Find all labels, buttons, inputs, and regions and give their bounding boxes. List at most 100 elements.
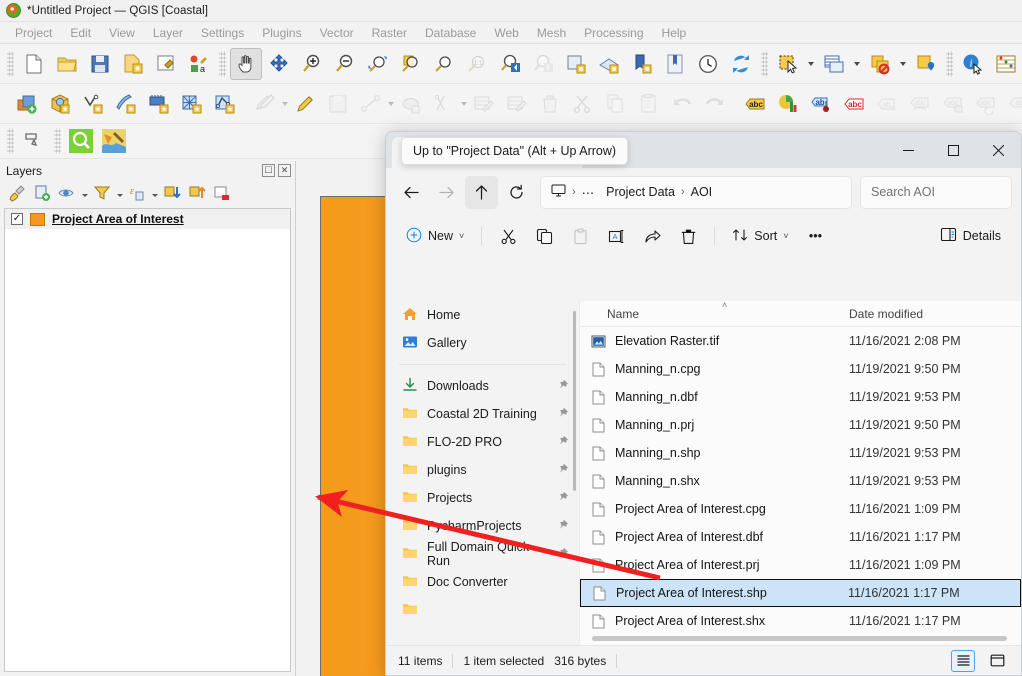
- file-list[interactable]: ˄ Name Date modified Elevation Raster.ti…: [579, 301, 1021, 645]
- nav-item-projects[interactable]: Projects: [386, 484, 579, 512]
- navigation-scrollbar[interactable]: [573, 311, 576, 491]
- save-layer-edits-button[interactable]: [322, 88, 354, 120]
- zoom-out-button[interactable]: [329, 48, 361, 80]
- new-map-bookmark-button[interactable]: [626, 48, 658, 80]
- multi-edit-button[interactable]: [468, 88, 500, 120]
- identify-features-button[interactable]: i: [957, 48, 989, 80]
- measure-line-button[interactable]: [18, 125, 50, 157]
- toolbar-grip[interactable]: [54, 128, 61, 154]
- pin-icon[interactable]: [557, 519, 569, 534]
- table-row[interactable]: Project Area of Interest.cpg 11/16/2021 …: [580, 495, 1021, 523]
- pin-icon[interactable]: [557, 491, 569, 506]
- diagram-properties-button[interactable]: [772, 88, 804, 120]
- paste-button[interactable]: [563, 221, 597, 251]
- nav-item-flo-2d-pro[interactable]: FLO-2D PRO: [386, 428, 579, 456]
- add-delimited-text-layer-button[interactable]: [77, 88, 109, 120]
- close-button[interactable]: [976, 134, 1021, 167]
- open-data-source-manager-button[interactable]: [11, 88, 43, 120]
- label-properties-button[interactable]: ab: [1003, 88, 1022, 120]
- refresh-icon[interactable]: [500, 176, 533, 209]
- cut-features-button[interactable]: [567, 88, 599, 120]
- file-list-horizontal-scrollbar[interactable]: [592, 636, 1007, 641]
- modify-attributes-button[interactable]: [428, 88, 460, 120]
- filter-legend-dropdown[interactable]: [116, 186, 123, 200]
- zoom-next-button[interactable]: [527, 48, 559, 80]
- save-project-as-button[interactable]: [117, 48, 149, 80]
- breadcrumb-item-project-data[interactable]: Project Data: [606, 185, 675, 199]
- nav-item-home[interactable]: Home: [386, 301, 579, 329]
- layers-list[interactable]: ✓ Project Area of Interest: [4, 208, 291, 672]
- deselect-features-button[interactable]: [864, 48, 896, 80]
- sort-button[interactable]: Sort ˅: [724, 221, 796, 251]
- vertex-tool-button[interactable]: [395, 88, 427, 120]
- open-project-button[interactable]: [51, 48, 83, 80]
- add-wms-layer-button[interactable]: [176, 88, 208, 120]
- nav-item-plugins[interactable]: plugins: [386, 456, 579, 484]
- pin-icon[interactable]: [557, 379, 569, 394]
- menu-item-vector[interactable]: Vector: [311, 24, 363, 42]
- filter-legend-icon[interactable]: [91, 182, 113, 204]
- current-edits-button[interactable]: [249, 88, 281, 120]
- pan-to-selection-button[interactable]: [263, 48, 295, 80]
- menu-item-layer[interactable]: Layer: [144, 24, 192, 42]
- manage-map-themes-icon[interactable]: [56, 182, 78, 204]
- nav-item-doc-converter[interactable]: Doc Converter: [386, 568, 579, 596]
- navigation-pane[interactable]: Home Gallery Downloads Coastal 2D Traini…: [386, 301, 579, 645]
- minimize-button[interactable]: [886, 134, 931, 167]
- pin-icon[interactable]: [557, 407, 569, 422]
- zoom-in-button[interactable]: [296, 48, 328, 80]
- show-bookmarks-button[interactable]: [659, 48, 691, 80]
- menu-item-plugins[interactable]: Plugins: [253, 24, 310, 42]
- new-project-button[interactable]: [18, 48, 50, 80]
- table-row[interactable]: Manning_n.prj 11/19/2021 9:50 PM: [580, 411, 1021, 439]
- refresh-map-button[interactable]: [725, 48, 757, 80]
- modify-attributes-dropdown[interactable]: [461, 88, 467, 120]
- open-layer-styling-icon[interactable]: [6, 182, 28, 204]
- zoom-to-layer-button[interactable]: [428, 48, 460, 80]
- toolbar-grip[interactable]: [7, 128, 14, 154]
- zoom-to-selection-button[interactable]: [395, 48, 427, 80]
- filter-expression-dropdown[interactable]: [151, 186, 158, 200]
- open-attribute-table-button[interactable]: [818, 48, 850, 80]
- change-label-button[interactable]: abc: [970, 88, 1002, 120]
- new-map-view-button[interactable]: [560, 48, 592, 80]
- new-button[interactable]: New ˅: [398, 221, 472, 251]
- table-row[interactable]: Manning_n.dbf 11/19/2021 9:53 PM: [580, 383, 1021, 411]
- toolbar-grip[interactable]: [219, 51, 226, 77]
- copy-features-button[interactable]: [600, 88, 632, 120]
- pin-icon[interactable]: [557, 463, 569, 478]
- table-row[interactable]: Elevation Raster.tif 11/16/2021 2:08 PM: [580, 327, 1021, 355]
- toolbar-grip[interactable]: [946, 51, 953, 77]
- add-feature-dropdown[interactable]: [388, 88, 394, 120]
- label-layer-button[interactable]: abc: [739, 88, 771, 120]
- add-group-icon[interactable]: [31, 182, 53, 204]
- menu-item-settings[interactable]: Settings: [192, 24, 253, 42]
- up-arrow-icon[interactable]: [465, 176, 498, 209]
- delete-button[interactable]: [671, 221, 705, 251]
- rotate-label-button[interactable]: abc: [937, 88, 969, 120]
- pin-icon[interactable]: [557, 547, 569, 562]
- flo2d-plugin-button[interactable]: [98, 125, 130, 157]
- multi-edit-2-button[interactable]: [501, 88, 533, 120]
- zoom-full-button[interactable]: [362, 48, 394, 80]
- show-hide-labels-button[interactable]: ab: [871, 88, 903, 120]
- menu-item-processing[interactable]: Processing: [575, 24, 652, 42]
- share-button[interactable]: [635, 221, 669, 251]
- redo-button[interactable]: [699, 88, 731, 120]
- collapse-all-icon[interactable]: [186, 182, 208, 204]
- new-shapefile-layer-button[interactable]: [209, 88, 241, 120]
- table-row[interactable]: Manning_n.cpg 11/19/2021 9:50 PM: [580, 355, 1021, 383]
- nav-item-partial[interactable]: [386, 596, 579, 624]
- add-feature-button[interactable]: [355, 88, 387, 120]
- expand-all-icon[interactable]: [161, 182, 183, 204]
- undo-button[interactable]: [666, 88, 698, 120]
- project-properties-button[interactable]: [150, 48, 182, 80]
- select-by-location-button[interactable]: [910, 48, 942, 80]
- toolbar-grip[interactable]: [761, 51, 768, 77]
- table-row-selected[interactable]: Project Area of Interest.shp 11/16/2021 …: [580, 579, 1021, 607]
- zoom-native-resolution-button[interactable]: 1:1: [461, 48, 493, 80]
- move-label-button[interactable]: abc: [904, 88, 936, 120]
- breadcrumb-item-aoi[interactable]: AOI: [691, 185, 713, 199]
- nav-item-coastal-2d-training[interactable]: Coastal 2D Training: [386, 400, 579, 428]
- maximize-button[interactable]: [931, 134, 976, 167]
